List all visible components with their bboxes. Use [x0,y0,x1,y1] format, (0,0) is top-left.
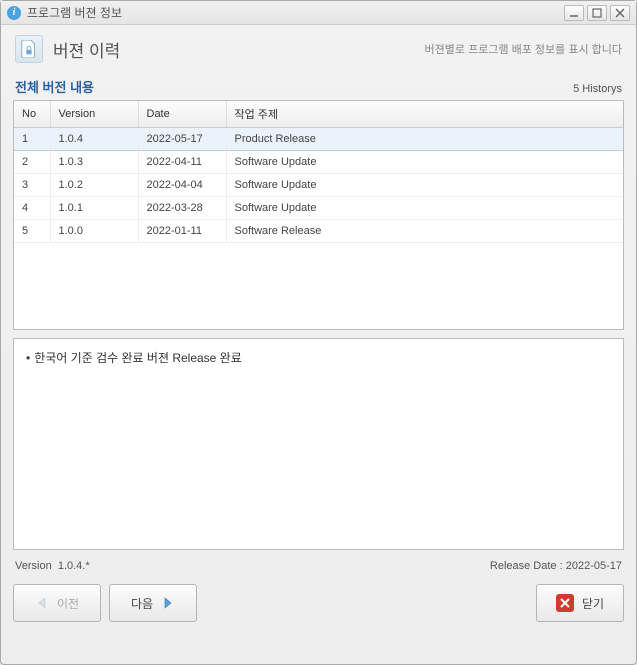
table-row[interactable]: 41.0.12022-03-28Software Update [14,197,623,220]
cell-no: 4 [14,197,50,220]
table-row[interactable]: 11.0.42022-05-17Product Release [14,128,623,151]
arrow-right-icon [161,596,175,610]
column-header-date[interactable]: Date [138,101,226,128]
column-header-no[interactable]: No [14,101,50,128]
page-title: 버젼 이력 [53,37,120,62]
close-window-button[interactable] [610,5,630,21]
minimize-button[interactable] [564,5,584,21]
table-row[interactable]: 51.0.02022-01-11Software Release [14,220,623,243]
column-header-subject[interactable]: 작업 주제 [226,101,623,128]
table-row[interactable]: 21.0.32022-04-11Software Update [14,151,623,174]
window-title: 프로그램 버젼 정보 [27,4,122,21]
bullet-icon: • [26,351,30,365]
cell-date: 2022-01-11 [138,220,226,243]
version-info-window: i 프로그램 버젼 정보 버젼 이력 버젼별로 프로그램 배포 정보를 표시 합… [0,0,637,665]
cell-no: 1 [14,128,50,151]
cell-date: 2022-04-11 [138,151,226,174]
cell-no: 5 [14,220,50,243]
info-icon: i [7,6,21,20]
history-count: 5 Historys [573,83,622,95]
prev-button[interactable]: 이전 [13,584,101,622]
cell-version: 1.0.2 [50,174,138,197]
cell-version: 1.0.0 [50,220,138,243]
header: 버젼 이력 버젼별로 프로그램 배포 정보를 표시 합니다 [1,25,636,71]
column-header-version[interactable]: Version [50,101,138,128]
footer-info: Version 1.0.4.* Release Date : 2022-05-1… [1,550,636,576]
cell-version: 1.0.1 [50,197,138,220]
close-icon [556,594,574,612]
cell-no: 2 [14,151,50,174]
cell-date: 2022-04-04 [138,174,226,197]
document-icon [15,35,43,63]
cell-no: 3 [14,174,50,197]
section-title: 전체 버전 내용 [15,77,94,96]
details-text: 한국어 기준 검수 완료 버젼 Release 완료 [34,351,242,365]
next-button-label: 다음 [131,595,153,612]
history-table: No Version Date 작업 주제 11.0.42022-05-17Pr… [14,101,623,243]
maximize-button[interactable] [587,5,607,21]
title-bar: i 프로그램 버젼 정보 [1,1,636,25]
button-bar: 이전 다음 닫기 [1,576,636,634]
cell-subject: Product Release [226,128,623,151]
cell-subject: Software Release [226,220,623,243]
version-label: Version 1.0.4.* [15,560,90,572]
prev-button-label: 이전 [57,595,79,612]
history-section: 전체 버전 내용 5 Historys No Version Date 작업 주… [1,71,636,330]
close-button[interactable]: 닫기 [536,584,624,622]
page-subtitle: 버젼별로 프로그램 배포 정보를 표시 합니다 [425,41,622,57]
details-panel: • 한국어 기준 검수 완료 버젼 Release 완료 [13,338,624,550]
arrow-left-icon [35,596,49,610]
history-table-container: No Version Date 작업 주제 11.0.42022-05-17Pr… [13,100,624,330]
cell-subject: Software Update [226,151,623,174]
cell-version: 1.0.4 [50,128,138,151]
cell-subject: Software Update [226,174,623,197]
close-button-label: 닫기 [582,595,604,612]
release-date-label: Release Date : 2022-05-17 [490,560,622,572]
next-button[interactable]: 다음 [109,584,197,622]
cell-date: 2022-03-28 [138,197,226,220]
cell-version: 1.0.3 [50,151,138,174]
cell-date: 2022-05-17 [138,128,226,151]
table-row[interactable]: 31.0.22022-04-04Software Update [14,174,623,197]
cell-subject: Software Update [226,197,623,220]
